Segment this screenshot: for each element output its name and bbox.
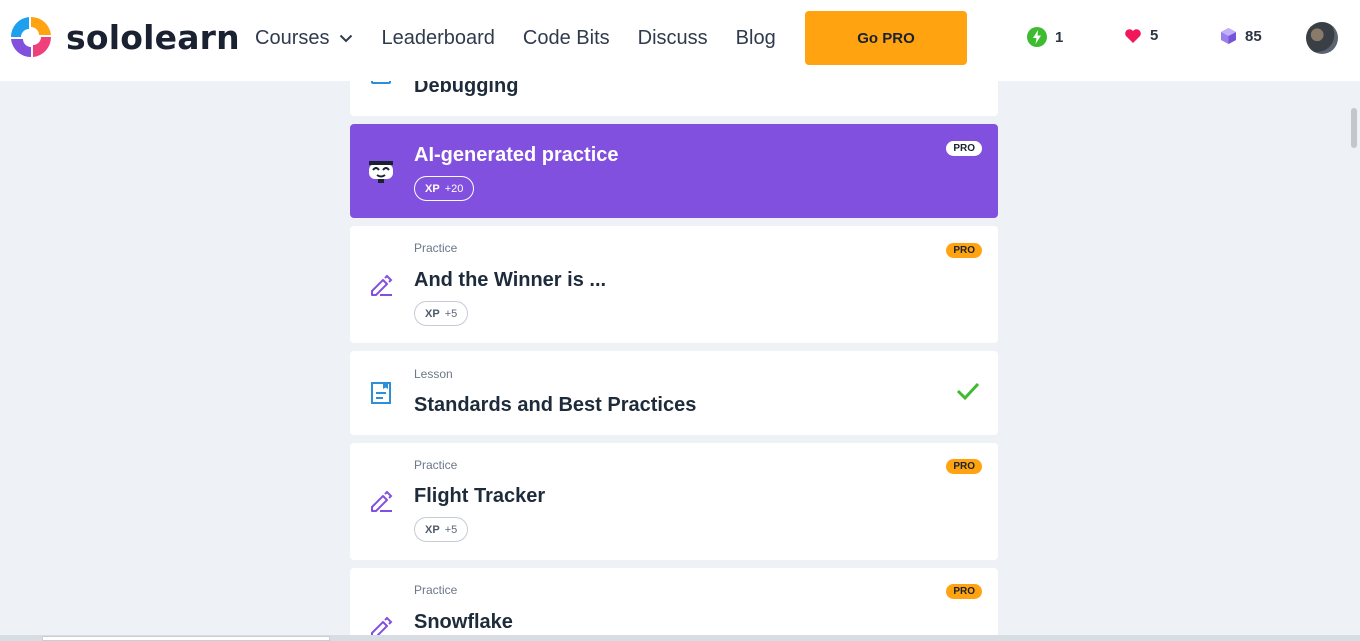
streak-counter[interactable]: 1 — [1027, 27, 1063, 47]
hearts-count: 5 — [1150, 27, 1159, 44]
pro-badge: PRO — [946, 459, 982, 474]
list-item-standards-best-practices[interactable]: Lesson Standards and Best Practices — [350, 351, 998, 435]
gems-count: 85 — [1245, 27, 1262, 45]
check-icon — [956, 382, 980, 401]
list-item-ai-practice[interactable]: AI-generated practice XP +20 PRO — [350, 124, 998, 218]
robot-icon — [369, 161, 393, 183]
avatar[interactable] — [1306, 22, 1338, 54]
go-pro-button[interactable]: Go PRO — [805, 11, 967, 65]
card-type: Practice — [414, 458, 458, 472]
sololearn-logo-icon — [10, 16, 52, 58]
pro-badge: PRO — [946, 584, 982, 599]
card-type: Lesson — [414, 367, 453, 381]
nav-discuss[interactable]: Discuss — [638, 27, 708, 50]
main-nav: Courses Leaderboard Code Bits Discuss Bl… — [255, 0, 804, 76]
nav-courses-label: Courses — [255, 26, 330, 49]
list-item-and-the-winner-is[interactable]: Practice And the Winner is ... XP +5 PRO — [350, 226, 998, 343]
bottom-bar — [0, 635, 1360, 641]
bottom-bar-segment — [42, 636, 330, 641]
pro-badge: PRO — [946, 141, 982, 156]
gems-counter[interactable]: 85 — [1220, 27, 1262, 45]
xp-badge: XP +5 — [414, 517, 469, 542]
list-item-snowflake[interactable]: Practice Snowflake PRO — [350, 568, 998, 641]
chevron-down-icon — [340, 34, 353, 42]
top-header: sololearn Courses Leaderboard Code Bits … — [0, 0, 1360, 81]
xp-badge: XP +20 — [414, 176, 475, 201]
lesson-icon — [371, 382, 391, 404]
card-title: Snowflake — [414, 611, 513, 633]
card-title: AI-generated practice — [414, 144, 619, 166]
list-item-flight-tracker[interactable]: Practice Flight Tracker XP +5 PRO — [350, 443, 998, 560]
pro-badge: PRO — [946, 243, 982, 258]
lightning-icon — [1027, 27, 1047, 47]
nav-code-bits[interactable]: Code Bits — [523, 27, 610, 50]
gem-icon — [1221, 28, 1236, 44]
card-type: Practice — [414, 241, 458, 255]
nav-courses[interactable]: Courses — [255, 27, 353, 50]
sololearn-logo[interactable]: sololearn — [9, 15, 240, 59]
card-type: Practice — [414, 583, 458, 597]
card-title: Standards and Best Practices — [414, 394, 697, 416]
streak-count: 1 — [1055, 28, 1064, 46]
pencil-icon — [371, 490, 393, 512]
card-title: Flight Tracker — [414, 485, 546, 507]
xp-badge: XP +5 — [414, 301, 469, 326]
nav-blog[interactable]: Blog — [736, 27, 776, 50]
card-title: And the Winner is ... — [414, 269, 607, 291]
nav-leaderboard[interactable]: Leaderboard — [381, 27, 494, 50]
pencil-icon — [371, 274, 393, 296]
hearts-counter[interactable]: 5 — [1124, 27, 1158, 44]
heart-icon — [1125, 28, 1141, 43]
scrollbar[interactable] — [1351, 108, 1357, 148]
brand-name: sololearn — [66, 17, 240, 57]
